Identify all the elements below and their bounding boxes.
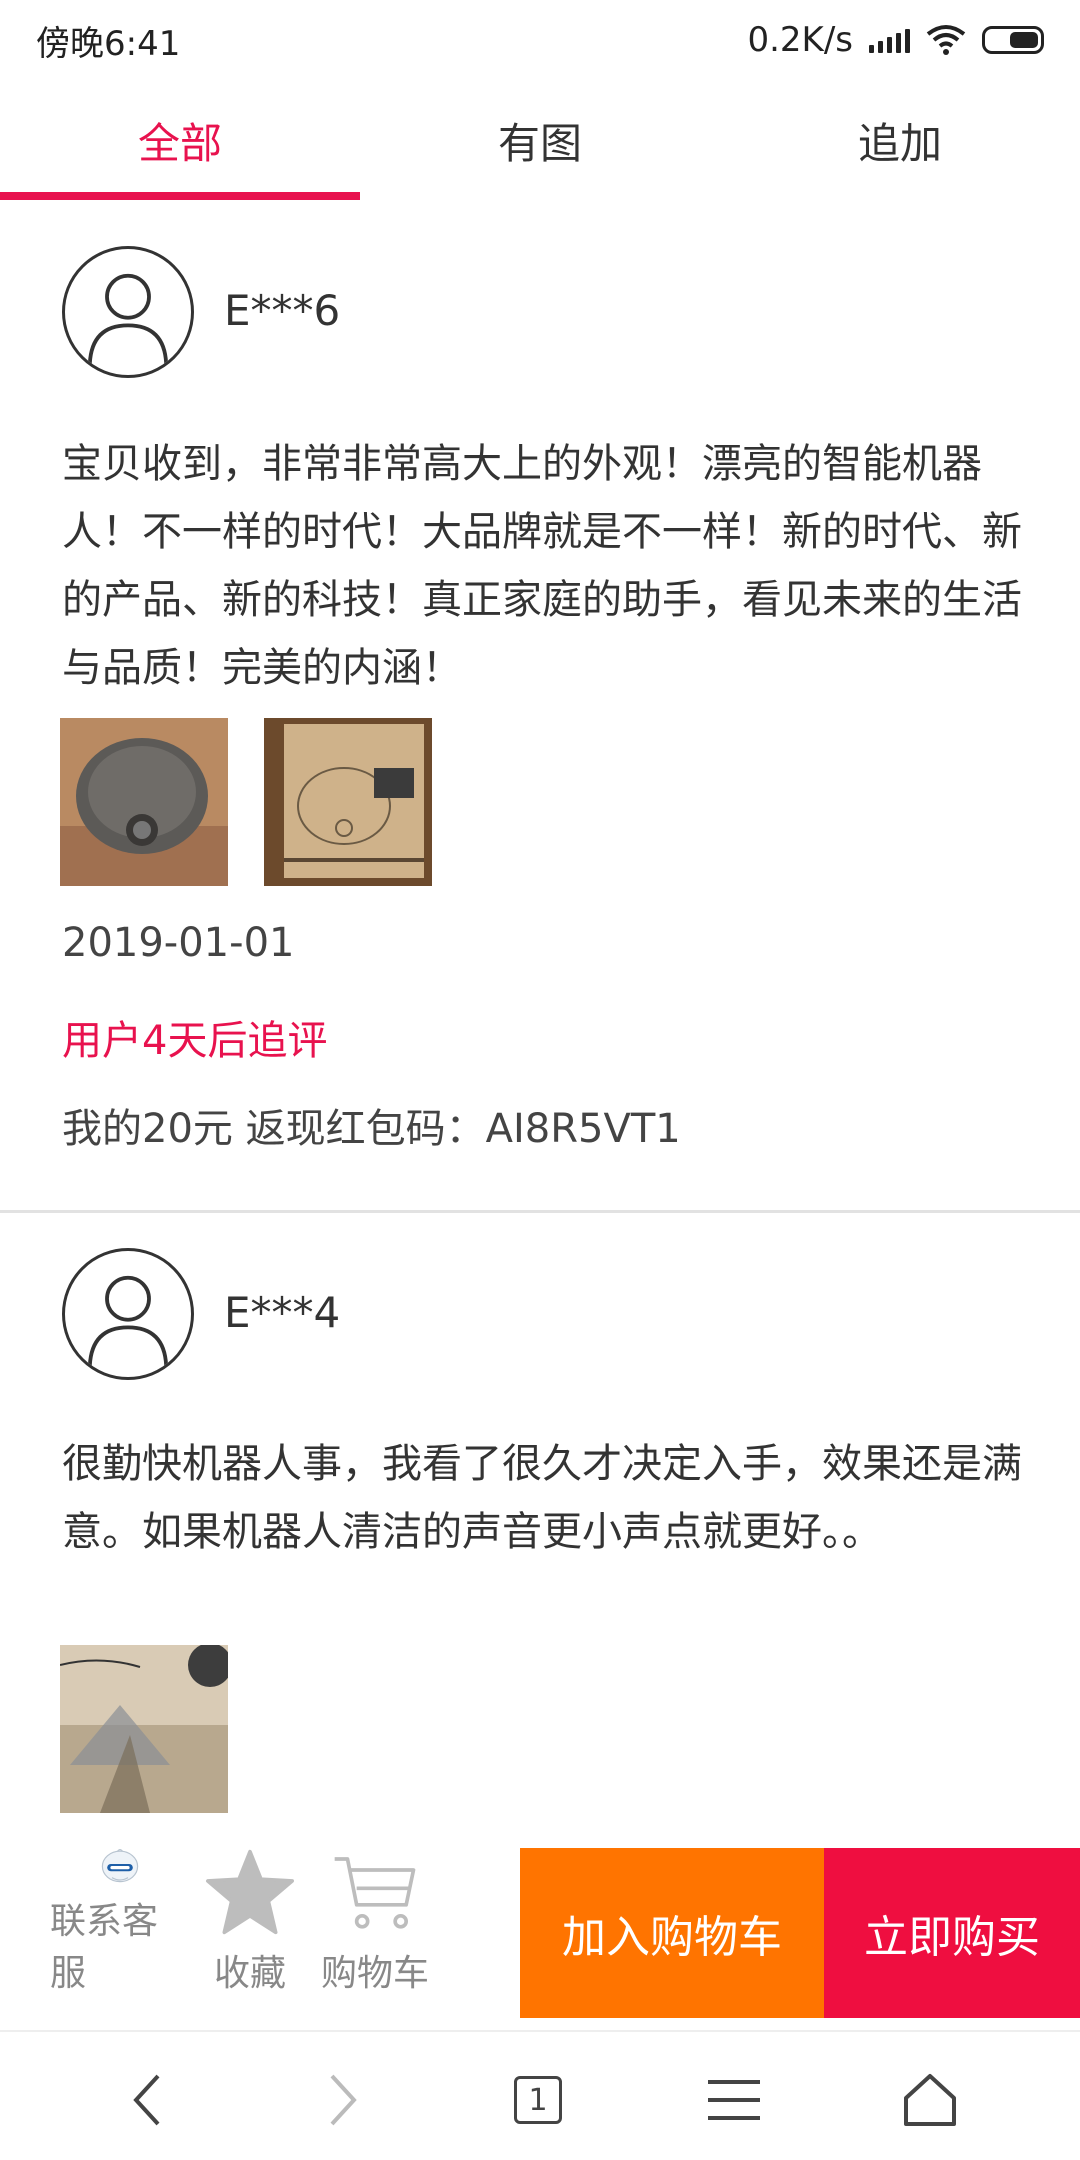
browser-nav-bar: 1 xyxy=(0,2030,1080,2160)
product-action-bar: 联系客服 收藏 购物车 加入购物车 立即购买 xyxy=(0,1848,1080,2018)
tab-all[interactable]: 全部 xyxy=(0,80,360,200)
net-speed: 0.2K/s xyxy=(747,20,853,60)
review-photo[interactable] xyxy=(60,718,228,886)
avatar xyxy=(62,1248,194,1380)
tab-with-images[interactable]: 有图 xyxy=(360,80,720,200)
review-header: E***4 xyxy=(0,1212,1080,1388)
menu-icon xyxy=(708,2080,760,2120)
wifi-icon xyxy=(926,25,966,55)
review-header: E***6 xyxy=(0,210,1080,386)
review-item: E***6 宝贝收到，非常非常高大上的外观！漂亮的智能机器人！不一样的时代！大品… xyxy=(0,210,1080,1152)
review-page: 傍晚6:41 0.2K/s 全部 有图 追加 E***6 宝贝收到，非常非常高大… xyxy=(0,0,1080,2160)
robot-vacuum-photo xyxy=(60,718,228,886)
favorite-label: 收藏 xyxy=(213,1953,286,1994)
review-photo[interactable] xyxy=(60,1645,228,1813)
status-bar: 傍晚6:41 0.2K/s xyxy=(0,0,1080,80)
cart-button[interactable]: 购物车 xyxy=(310,1848,440,2018)
menu-button[interactable] xyxy=(694,2060,774,2140)
tabs-button[interactable]: 1 xyxy=(498,2060,578,2140)
tab-count-icon: 1 xyxy=(514,2076,562,2124)
review-filter-tabs: 全部 有图 追加 xyxy=(0,80,1080,200)
review-date: 2019-01-01 xyxy=(62,920,295,966)
chevron-left-icon xyxy=(133,2074,160,2126)
home-icon xyxy=(904,2074,956,2126)
followup-label: 用户4天后追评 xyxy=(62,1018,328,1064)
floor-photo xyxy=(60,1645,228,1813)
cart-icon xyxy=(334,1857,416,1929)
star-icon xyxy=(205,1849,294,1935)
back-button[interactable] xyxy=(108,2060,188,2140)
review-username: E***4 xyxy=(224,1288,341,1337)
favorite-button[interactable]: 收藏 xyxy=(200,1848,300,2018)
review-text: 很勤快机器人事，我看了很久才决定入手，效果还是满意。如果机器人清洁的声音更小声点… xyxy=(62,1441,1022,1555)
home-button[interactable] xyxy=(890,2060,970,2140)
customer-service-button[interactable]: 联系客服 xyxy=(50,1848,190,2018)
user-icon xyxy=(87,273,169,364)
add-to-cart-button[interactable]: 加入购物车 xyxy=(520,1848,824,2018)
status-time: 傍晚6:41 xyxy=(36,23,181,64)
review-text: 宝贝收到，非常非常高大上的外观！漂亮的智能机器人！不一样的时代！大品牌就是不一样… xyxy=(62,441,1022,691)
followup-text: 我的20元 返现红包码：AI8R5VT1 xyxy=(62,1106,681,1152)
customer-service-label: 联系客服 xyxy=(50,1901,159,1994)
battery-icon xyxy=(982,26,1044,54)
buy-now-button[interactable]: 立即购买 xyxy=(824,1848,1080,2018)
cart-label: 购物车 xyxy=(320,1953,429,1994)
product-box-photo xyxy=(264,718,432,886)
review-item: E***4 很勤快机器人事，我看了很久才决定入手，效果还是满意。如果机器人清洁的… xyxy=(0,1212,1080,1813)
user-icon xyxy=(87,1275,169,1366)
review-username: E***6 xyxy=(224,286,341,335)
status-indicators: 0.2K/s xyxy=(747,20,1044,60)
review-photo[interactable] xyxy=(264,718,432,886)
signal-icon xyxy=(869,27,910,53)
tab-follow-up[interactable]: 追加 xyxy=(720,80,1080,200)
chevron-right-icon xyxy=(330,2074,357,2126)
avatar xyxy=(62,246,194,378)
forward-button[interactable] xyxy=(302,2060,382,2140)
customer-service-icon xyxy=(101,1849,139,1883)
